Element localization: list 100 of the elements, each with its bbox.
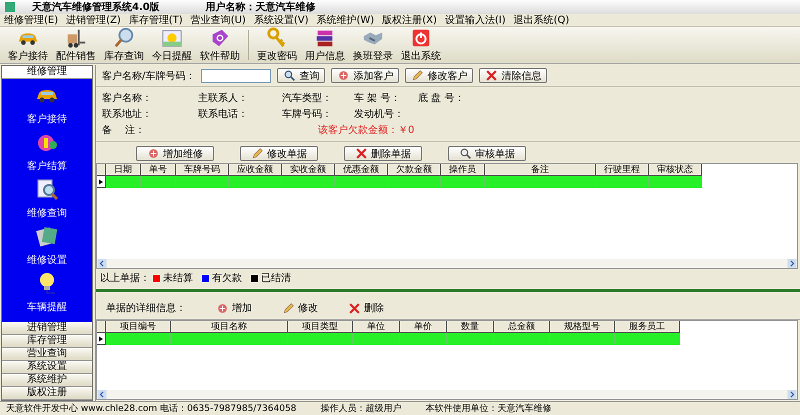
field-label: 底 盘 号： — [418, 92, 466, 105]
column-header[interactable]: 日期 — [106, 164, 141, 176]
status-text: 操作人员：超级用户 — [320, 402, 402, 415]
section-label: 单据的详细信息： — [106, 302, 186, 315]
field-label: 车牌号码： — [282, 108, 333, 121]
menu-item[interactable]: 设置输入法(I) — [444, 13, 506, 27]
corner-cell — [97, 164, 106, 176]
scroll-left-icon — [97, 259, 107, 268]
legend-label: 已结清 — [261, 272, 291, 285]
cross-icon — [485, 69, 498, 82]
menu-item[interactable]: 系统维护(W) — [316, 13, 374, 27]
toolbar-button[interactable]: 客户接待 — [4, 27, 52, 63]
sidebar-item[interactable]: 客户结算 — [27, 130, 67, 173]
pencil-icon — [251, 147, 264, 160]
action-button[interactable]: 审核单据 — [448, 146, 526, 161]
column-header[interactable]: 单位 — [353, 321, 400, 333]
magnifier-icon — [35, 177, 59, 201]
field-label: 发动机号： — [354, 108, 405, 121]
column-header[interactable]: 单价 — [400, 321, 447, 333]
action-button[interactable]: 增加维修 — [136, 146, 214, 161]
toolbar-button[interactable]: 库存查询 — [100, 27, 148, 63]
field-label: 联系地址： — [102, 108, 153, 121]
scroll-right-icon — [787, 390, 797, 399]
column-header[interactable]: 实收金额 — [282, 164, 335, 176]
action-button[interactable]: 清除信息 — [479, 68, 548, 83]
magnifier-icon — [459, 147, 472, 160]
menu-item[interactable]: 版权注册(X) — [382, 13, 437, 27]
status-text: 本软件使用单位：天意汽车维修 — [425, 402, 552, 415]
cross-icon — [348, 302, 361, 314]
sidebar-header[interactable]: 进销管理 — [2, 322, 92, 335]
column-header[interactable]: 欠款金额 — [388, 164, 441, 176]
column-header[interactable]: 优惠金额 — [335, 164, 388, 176]
action-button[interactable]: 添加客户 — [331, 68, 400, 83]
sidebar-header[interactable]: 版权注册 — [2, 387, 92, 400]
sidebar-item[interactable]: 维修查询 — [27, 177, 67, 220]
search-icon — [283, 69, 296, 82]
search-field[interactable] — [201, 68, 272, 82]
sidebar-header[interactable]: 系统设置 — [2, 361, 92, 374]
window-title: 天意汽车维修管理系统4.0版 — [32, 0, 160, 14]
column-header[interactable]: 单号 — [141, 164, 176, 176]
column-header[interactable]: 总金额 — [494, 321, 550, 333]
column-header[interactable]: 服务员工 — [615, 321, 680, 333]
sidebar-item[interactable]: 客户接待 — [27, 83, 67, 126]
toolbar-button[interactable]: 更改密码 — [253, 27, 301, 63]
field-label: 主联系人： — [198, 92, 249, 105]
column-header[interactable]: 车牌号码 — [176, 164, 229, 176]
toolbar-button[interactable]: 软件帮助 — [196, 27, 244, 63]
menu-item[interactable]: 进销管理(Z) — [66, 13, 121, 27]
column-header[interactable]: 项目编号 — [106, 321, 171, 333]
toolbar-button[interactable]: 换班登录 — [349, 27, 397, 63]
field-label: 车 架 号： — [354, 92, 402, 105]
menu-item[interactable]: 库存管理(T) — [128, 13, 183, 27]
toolbar-button[interactable]: 退出系统 — [397, 27, 445, 63]
legend-label: 有欠款 — [212, 272, 242, 285]
pencil-icon — [282, 302, 295, 314]
sidebar-header[interactable]: 维修管理 — [2, 66, 92, 79]
add-icon — [147, 147, 160, 160]
action-button[interactable]: 删除 — [348, 301, 384, 315]
legend-label: 以上单据： — [100, 272, 150, 285]
menu-item[interactable]: 维修管理(E) — [4, 13, 58, 27]
sidebar-header[interactable]: 营业查询 — [2, 348, 92, 361]
action-button[interactable]: 修改 — [282, 301, 318, 315]
action-button[interactable]: 修改单据 — [240, 146, 318, 161]
action-button[interactable]: 查询 — [277, 68, 326, 83]
current-row[interactable] — [97, 176, 702, 188]
scrollbar[interactable] — [97, 390, 797, 399]
column-header[interactable]: 数量 — [447, 321, 494, 333]
action-button[interactable]: 增加 — [216, 301, 252, 315]
scrollbar[interactable] — [97, 259, 797, 268]
current-row[interactable] — [97, 333, 680, 345]
splitter[interactable] — [96, 289, 800, 292]
column-header[interactable]: 应收金额 — [229, 164, 282, 176]
sidebar-header[interactable]: 库存管理 — [2, 335, 92, 348]
field-label: 客户名称： — [102, 92, 153, 105]
field-label: 备 注： — [102, 124, 146, 137]
column-header[interactable]: 规格型号 — [550, 321, 615, 333]
toolbar-button[interactable]: 配件销售 — [52, 27, 100, 63]
cross-icon — [355, 147, 368, 160]
pencil-icon — [411, 69, 424, 82]
menu-item[interactable]: 退出系统(Q) — [514, 13, 570, 27]
column-header[interactable]: 备注 — [485, 164, 596, 176]
sidebar-header[interactable]: 系统维护 — [2, 374, 92, 387]
action-button[interactable]: 修改客户 — [405, 68, 474, 83]
column-header[interactable]: 操作员 — [441, 164, 485, 176]
column-header[interactable]: 项目类型 — [288, 321, 353, 333]
app-icon — [4, 1, 16, 13]
add-icon — [216, 302, 229, 314]
sidebar-item[interactable]: 维修设置 — [27, 224, 67, 267]
toolbar-button[interactable]: 今日提醒 — [148, 27, 196, 63]
column-header[interactable]: 审核状态 — [649, 164, 702, 176]
menu-item[interactable]: 营业查询(U) — [190, 13, 246, 27]
column-header[interactable]: 项目名称 — [171, 321, 288, 333]
menu-item[interactable]: 系统设置(V) — [254, 13, 308, 27]
toolbar-button[interactable]: 用户信息 — [301, 27, 349, 63]
sidebar-item[interactable]: 车辆提醒 — [27, 271, 67, 314]
action-button[interactable]: 删除单据 — [344, 146, 422, 161]
scroll-right-icon — [787, 259, 797, 268]
legend-label: 未结算 — [163, 272, 193, 285]
row-pointer-icon — [98, 334, 104, 342]
column-header[interactable]: 行驶里程 — [596, 164, 649, 176]
